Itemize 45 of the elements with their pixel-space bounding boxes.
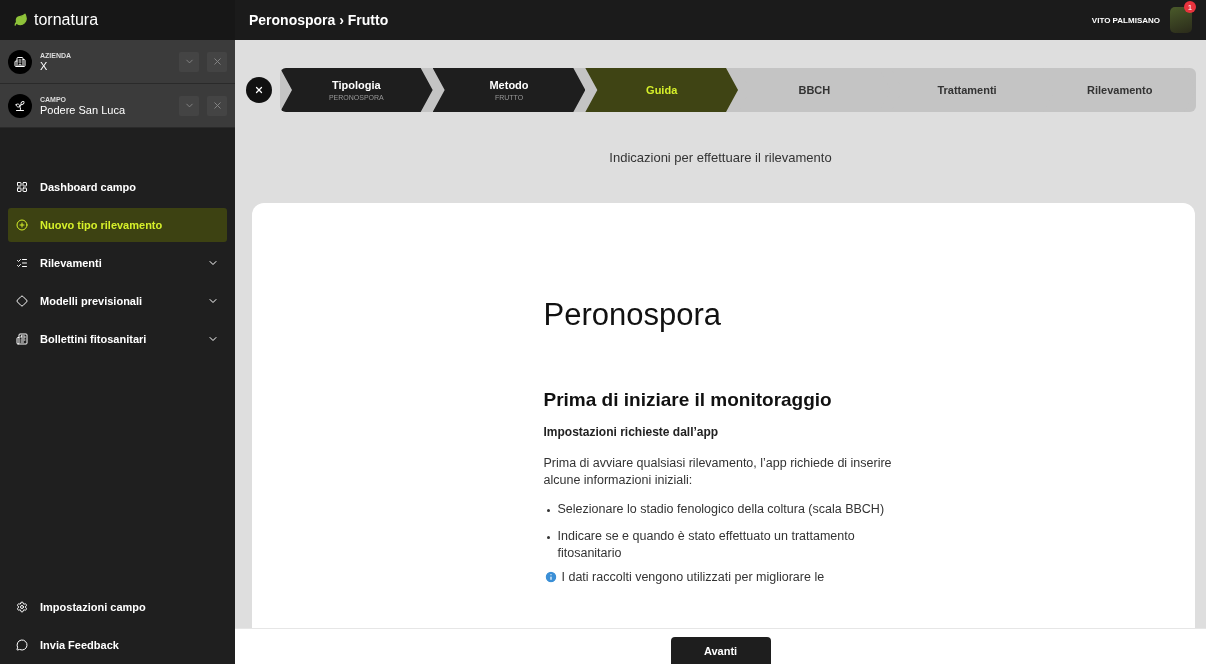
guide-paragraph: Prima di avviare qualsiasi rilevamento, l’app richiede di inserire alcune informazioni iniziali: xyxy=(543,455,893,489)
close-button[interactable] xyxy=(246,77,272,103)
info-note: I dati raccolti vengono utilizzati per migliorare le xyxy=(561,570,825,584)
section-heading: Prima di iniziare il monitoraggio xyxy=(543,389,833,411)
nav-item[interactable]: Nuovo tipo rilevamento xyxy=(8,208,227,242)
user-avatar[interactable] xyxy=(1170,7,1192,33)
guide-title: Peronospora xyxy=(543,297,722,333)
chat-icon xyxy=(16,639,28,651)
nav-item[interactable]: Invia Feedback xyxy=(8,628,227,662)
close-icon xyxy=(211,56,223,67)
expand-button[interactable] xyxy=(179,51,199,72)
leaf-icon xyxy=(14,13,28,27)
notification-badge: 1 xyxy=(1184,1,1196,13)
close-icon xyxy=(254,85,264,95)
nav-item[interactable]: Modelli previsionali xyxy=(8,284,227,318)
next-button[interactable]: Avanti xyxy=(670,637,771,664)
selector-value: Podere San Luca xyxy=(40,103,126,116)
wizard-step[interactable]: Guida xyxy=(585,68,738,112)
bullet-icon xyxy=(546,536,550,539)
building-icon xyxy=(8,49,32,74)
sprout-icon xyxy=(8,93,32,118)
page-subtitle: Indicazioni per effettuare il rilevamento xyxy=(608,149,833,167)
close-icon xyxy=(211,100,223,111)
expand-button[interactable] xyxy=(179,95,199,116)
diamond-icon xyxy=(16,295,28,307)
bullet-text: Selezionare lo stadio fenologico della coltura (scala BBCH) xyxy=(557,501,885,518)
list-icon xyxy=(16,257,28,269)
newspaper-icon xyxy=(16,333,28,345)
section-subheading: Impostazioni richieste dall’app xyxy=(543,425,720,439)
nav-item[interactable]: Bollettini fitosanitari xyxy=(8,322,227,356)
breadcrumb: Peronospora › Frutto xyxy=(249,12,389,28)
info-icon xyxy=(543,570,558,584)
selector-value: X xyxy=(40,59,49,72)
bullet-text: Indicare se e quando è stato effettuato un trattamento fitosanitario xyxy=(557,528,856,562)
user-name: VITO PALMISANO xyxy=(1091,15,1160,25)
plus-circle-icon xyxy=(16,219,28,231)
settings-icon xyxy=(16,601,28,613)
bullet-icon xyxy=(546,509,550,512)
grid-icon xyxy=(16,181,28,193)
clear-button[interactable] xyxy=(207,95,227,116)
nav-item[interactable]: Impostazioni campo xyxy=(8,590,227,624)
clear-button[interactable] xyxy=(207,51,227,72)
nav-item[interactable]: Dashboard campo xyxy=(8,170,227,204)
nav-item[interactable]: Rilevamenti xyxy=(8,246,227,280)
brand-name: tornatura xyxy=(34,11,99,29)
